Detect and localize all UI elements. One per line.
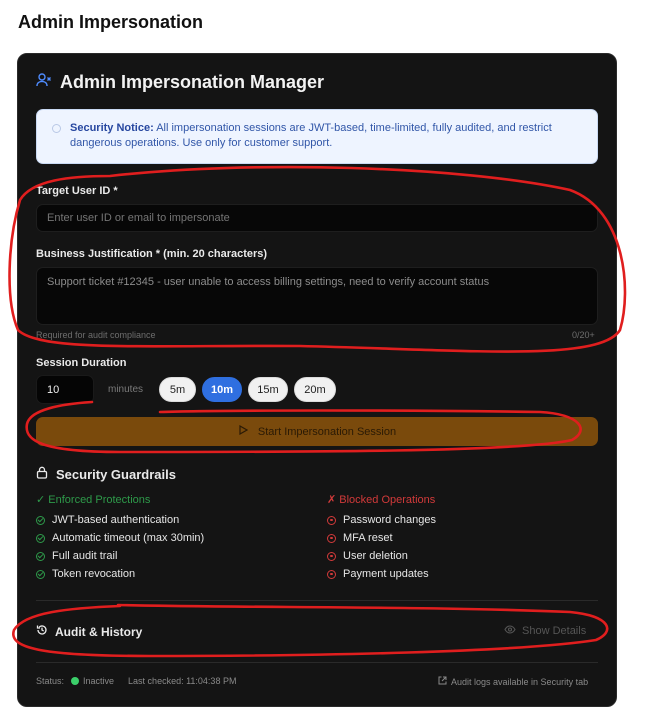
enforced-item-label: Token revocation — [52, 568, 136, 580]
page-title: Admin Impersonation — [18, 12, 204, 32]
blocked-circle-icon — [327, 515, 336, 525]
target-user-input[interactable] — [36, 204, 598, 232]
blocked-item-label: MFA reset — [343, 532, 393, 544]
blocked-item-label: Payment updates — [343, 568, 429, 580]
enforced-item-label: Automatic timeout (max 30min) — [52, 532, 205, 544]
enforced-item: Automatic timeout (max 30min) — [36, 532, 204, 544]
enforced-item-label: Full audit trail — [52, 550, 118, 562]
blocked-item: Payment updates — [327, 568, 429, 580]
card-title: Admin Impersonation Manager — [60, 72, 325, 92]
divider — [36, 600, 598, 601]
blocked-circle-icon — [327, 533, 336, 543]
justification-hint: Required for audit compliance — [36, 330, 156, 340]
target-user-label: Target User ID * — [36, 185, 118, 197]
preset-5m-button[interactable]: 5m — [159, 377, 196, 402]
status-value: Inactive — [83, 676, 115, 686]
show-details-button[interactable]: Show Details — [504, 625, 586, 637]
audit-logs-link[interactable]: Audit logs available in Security tab — [438, 676, 588, 687]
enforced-item-label: JWT-based authentication — [52, 514, 180, 526]
preset-10m-button[interactable]: 10m — [202, 377, 242, 402]
status-dot-icon — [71, 677, 80, 685]
duration-input[interactable]: 10 — [36, 375, 94, 404]
divider — [36, 662, 598, 663]
check-circle-icon — [36, 551, 45, 561]
enforced-item: JWT-based authentication — [36, 514, 179, 526]
guardrails-heading: Security Guardrails — [36, 466, 176, 482]
card-header: Admin Impersonation Manager — [36, 72, 324, 93]
blocked-item-label: User deletion — [343, 550, 408, 562]
justification-textarea[interactable]: Support ticket #12345 - user unable to a… — [36, 267, 598, 325]
impersonation-card: Admin Impersonation Manager Security Not… — [17, 53, 617, 707]
lock-icon — [36, 466, 48, 482]
audit-history-title: Audit & History — [55, 624, 143, 639]
enforced-item: Full audit trail — [36, 550, 117, 562]
blocked-circle-icon — [327, 551, 336, 561]
enforced-item: Token revocation — [36, 568, 135, 580]
show-details-label: Show Details — [522, 625, 587, 637]
audit-logs-label: Audit logs available in Security tab — [451, 676, 589, 687]
security-notice: Security Notice: All impersonation sessi… — [36, 109, 598, 164]
external-link-icon — [438, 676, 447, 687]
history-icon — [36, 624, 48, 639]
guardrails-title: Security Guardrails — [56, 466, 176, 482]
start-session-label: Start Impersonation Session — [257, 425, 397, 438]
status-footer: Status: Inactive Last checked: 11:04:38 … — [36, 676, 236, 686]
eye-icon — [504, 625, 516, 637]
start-session-button[interactable]: Start Impersonation Session — [36, 417, 598, 446]
status-label: Status: — [36, 676, 65, 686]
check-circle-icon — [36, 569, 45, 579]
preset-20m-button[interactable]: 20m — [294, 377, 336, 402]
blocked-item: User deletion — [327, 550, 408, 562]
blocked-item: MFA reset — [327, 532, 393, 544]
minutes-unit: minutes — [108, 384, 144, 395]
enforced-heading: ✓ Enforced Protections — [36, 494, 151, 506]
notice-label: Security Notice: — [70, 122, 154, 134]
info-icon — [52, 124, 61, 133]
blocked-item: Password changes — [327, 514, 436, 526]
last-checked: Last checked: 11:04:38 PM — [128, 676, 237, 686]
preset-15m-button[interactable]: 15m — [248, 377, 288, 402]
blocked-item-label: Password changes — [343, 514, 436, 526]
justification-label: Business Justification * (min. 20 charac… — [36, 248, 268, 260]
blocked-heading: ✗ Blocked Operations — [327, 494, 436, 506]
duration-label: Session Duration — [36, 357, 127, 369]
character-counter: 0/20+ — [572, 330, 595, 340]
check-circle-icon — [36, 515, 45, 525]
check-circle-icon — [36, 533, 45, 543]
play-icon — [238, 424, 249, 438]
blocked-circle-icon — [327, 569, 336, 579]
audit-history-heading[interactable]: Audit & History — [36, 624, 142, 639]
user-x-icon — [36, 72, 52, 93]
